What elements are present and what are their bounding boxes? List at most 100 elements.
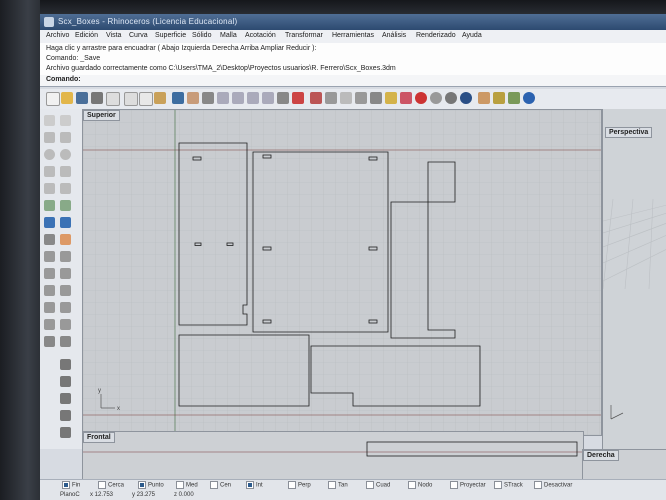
curve-icon[interactable] [60,132,71,143]
snap-nodo[interactable]: Nodo [408,481,432,489]
help-icon[interactable] [523,92,535,104]
menu-ayuda[interactable]: Ayuda [462,32,482,39]
shaded-icon[interactable] [415,92,427,104]
join-icon[interactable] [44,268,55,279]
render-icon[interactable] [400,92,412,104]
viewport-title-top[interactable]: Superior [83,110,120,121]
copy-icon[interactable] [139,92,153,106]
menu-curva[interactable]: Curva [129,32,148,39]
point-icon[interactable] [60,115,71,126]
snap-strack[interactable]: STrack [494,481,523,489]
lock-icon[interactable] [370,92,382,104]
snap-cerca[interactable]: Cerca [98,481,124,489]
snap-perp[interactable]: Perp [288,481,311,489]
menu-edicion[interactable]: Edición [75,32,98,39]
trim-icon[interactable] [44,251,55,262]
print-icon[interactable] [91,92,103,104]
mesh-icon[interactable] [44,234,55,245]
explode-icon[interactable] [60,234,71,245]
viewport-layout-icon[interactable] [277,92,289,104]
box-solid-icon[interactable] [44,217,55,228]
mirror-icon[interactable] [44,319,55,330]
viewport-title-perspective[interactable]: Perspectiva [605,127,653,138]
ortho-icon[interactable] [60,376,71,387]
viewport-right[interactable]: Derecha [582,449,666,481]
new-file-icon[interactable] [46,92,60,106]
zoom-extents-icon[interactable] [247,92,259,104]
undo-icon[interactable] [172,92,184,104]
menu-malla[interactable]: Malla [220,32,237,39]
paste-icon[interactable] [154,92,166,104]
menu-vista[interactable]: Vista [106,32,121,39]
menu-archivo[interactable]: Archivo [46,32,69,39]
menu-renderizado[interactable]: Renderizado [416,32,456,39]
snap-med[interactable]: Med [176,481,198,489]
cut-icon[interactable] [124,92,138,106]
polyline-icon[interactable] [44,132,55,143]
circle-icon[interactable] [44,149,55,160]
zoom-icon[interactable] [217,92,229,104]
snap-punto[interactable]: Punto [138,481,164,489]
viewport-top[interactable]: x y Superior [82,109,602,436]
menu-acotacion[interactable]: Acotación [245,32,276,39]
snap-fin[interactable]: Fin [62,481,80,489]
object-properties-icon[interactable] [340,92,352,104]
history-icon[interactable] [60,410,71,421]
group-icon[interactable] [60,268,71,279]
xray-icon[interactable] [460,92,472,104]
import-icon[interactable] [106,92,120,106]
planar-icon[interactable] [60,393,71,404]
viewport-title-front[interactable]: Frontal [83,432,115,443]
grid-snap-icon[interactable] [60,359,71,370]
snap-cuad[interactable]: Cuad [366,481,390,489]
rendered-view-icon[interactable] [430,92,442,104]
array-icon[interactable] [60,319,71,330]
surface-corner-icon[interactable] [44,200,55,211]
select-arrow-icon[interactable] [44,115,55,126]
viewport-perspective[interactable]: Perspectiva [602,109,666,449]
scale-icon[interactable] [60,302,71,313]
select-points-icon[interactable] [310,92,322,104]
rectangle-icon[interactable] [60,166,71,177]
snap-proyectar[interactable]: Proyectar [450,481,486,489]
move-icon[interactable] [44,285,55,296]
fillet-curve-icon[interactable] [60,183,71,194]
extrude-curve-icon[interactable] [60,200,71,211]
dimension-icon[interactable] [44,336,55,347]
viewport-front[interactable]: Frontal [82,431,584,481]
settings-gear-icon[interactable] [493,92,505,104]
rotate-icon[interactable] [44,302,55,313]
zoom-selected-icon[interactable] [262,92,274,104]
boolean-union-icon[interactable] [60,217,71,228]
menu-analisis[interactable]: Análisis [382,32,406,39]
menu-solido[interactable]: Sólido [192,32,211,39]
rotate-view-icon[interactable] [202,92,214,104]
grid-icon[interactable] [292,92,304,104]
viewport-title-right[interactable]: Derecha [583,450,619,461]
polygon-icon[interactable] [44,183,55,194]
zoom-window-icon[interactable] [232,92,244,104]
analyze-icon[interactable] [60,427,71,438]
snap-int[interactable]: Int [246,481,263,489]
snap-tan[interactable]: Tan [328,481,348,489]
light-icon[interactable] [385,92,397,104]
layers-icon[interactable] [325,92,337,104]
split-icon[interactable] [60,251,71,262]
material-icon[interactable] [478,92,490,104]
ghosted-icon[interactable] [445,92,457,104]
open-folder-icon[interactable] [61,92,73,104]
command-line[interactable]: Comando: [40,75,666,87]
toolbar-layout-icon[interactable] [508,92,520,104]
snap-desactivar[interactable]: Desactivar [534,481,572,489]
pan-hand-icon[interactable] [187,92,199,104]
menu-herramientas[interactable]: Herramientas [332,32,374,39]
menu-transformar[interactable]: Transformar [285,32,323,39]
ellipse-icon[interactable] [60,149,71,160]
options-icon[interactable] [355,92,367,104]
copy-object-icon[interactable] [60,285,71,296]
text-icon[interactable] [60,336,71,347]
save-icon[interactable] [76,92,88,104]
snap-cen[interactable]: Cen [210,481,231,489]
arc-icon[interactable] [44,166,55,177]
menu-superficie[interactable]: Superficie [155,32,186,39]
